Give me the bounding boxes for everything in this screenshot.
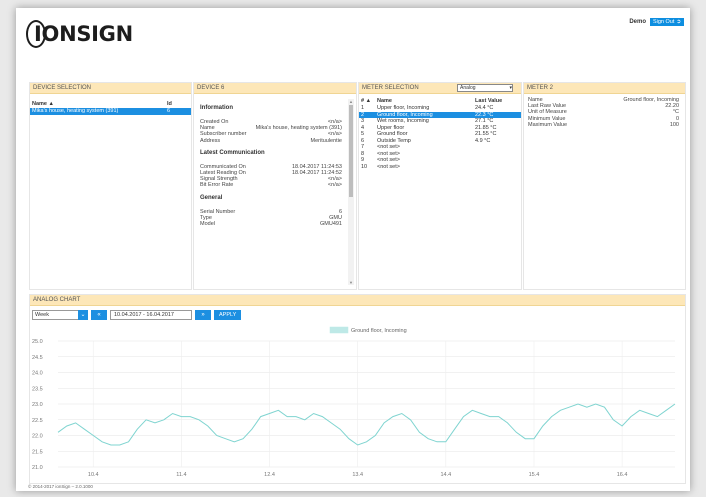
y-tick-label: 22.0: [32, 434, 43, 440]
app-frame: IONSIGN Demo Sign Out ➲ DEVICE SELECTION…: [16, 8, 690, 491]
footer-copyright: © 2014-2017 ionSign – 2.0.1000: [28, 484, 93, 489]
series-line-ground-floor-incoming: [57, 403, 676, 446]
y-tick-label: 21.5: [32, 449, 43, 455]
scroll-down-icon[interactable]: ▼: [348, 280, 354, 285]
y-tick-label: 25.0: [32, 339, 43, 345]
meter-table: # ▲ Name Last Value 1 Upper floor, Incomi…: [359, 97, 521, 170]
logo-text: IONSIGN: [34, 22, 133, 46]
meter-detail-title: METER 2: [524, 83, 685, 94]
meter-name-cell: <not set>: [377, 163, 400, 170]
x-tick-label: 13.4: [352, 472, 363, 478]
sign-out-label: Sign Out: [652, 19, 675, 25]
column-header-name[interactable]: Name ▲: [30, 100, 165, 108]
device-selection-panel: DEVICE SELECTION Name ▲ Id Mika's house,…: [29, 82, 192, 290]
device-id-cell: 6: [165, 108, 191, 115]
column-header-last-value[interactable]: Last Value: [473, 97, 521, 105]
section-heading-general: General: [200, 194, 223, 201]
info-value: GMU491: [319, 221, 342, 228]
legend-swatch: [329, 326, 349, 334]
x-tick-label: 11.4: [176, 472, 186, 478]
x-tick-label: 16.4: [617, 472, 628, 478]
legend-label: Ground floor, Incoming: [351, 328, 407, 334]
info-label: Model: [200, 221, 215, 228]
device-scrollbar[interactable]: ▲ ▼: [348, 99, 354, 285]
x-tick-label: 15.4: [529, 472, 540, 478]
column-header-name[interactable]: Name: [375, 97, 473, 105]
user-name: Demo: [629, 19, 646, 25]
analog-chart-title: ANALOG CHART: [30, 295, 685, 306]
info-row: Bit Error Rate <n/a>: [200, 182, 342, 188]
chart-controls: Week ⌄ « 10.04.2017 - 16.04.2017 » APPLY: [32, 310, 242, 320]
info-value: Merituulentie: [310, 137, 343, 144]
device-name-cell: Mika's house, heating system (391): [30, 108, 165, 115]
meter-detail-panel: METER 2 Name Ground floor, Incoming Last …: [523, 82, 686, 290]
device-table: Name ▲ Id Mika's house, heating system (…: [30, 100, 191, 115]
period-value: Week: [35, 312, 49, 318]
y-tick-label: 24.5: [32, 355, 43, 361]
section-heading-latest-communication: Latest Communication: [200, 149, 265, 156]
meter-type-select[interactable]: Analog ▾: [457, 84, 513, 92]
meter-num-cell: 10: [361, 163, 368, 170]
meter-value: 100: [669, 121, 679, 128]
device-detail-title: DEVICE 6: [194, 83, 356, 94]
column-header-number[interactable]: # ▲: [359, 97, 375, 105]
info-label: Address: [200, 137, 221, 144]
x-tick-label: 14.4: [440, 472, 451, 478]
meter-label: Maximum Value: [528, 121, 568, 128]
chevron-down-icon: ⌄: [78, 310, 88, 320]
previous-period-button[interactable]: «: [91, 310, 107, 320]
y-tick-label: 24.0: [32, 371, 43, 377]
analog-chart-panel: ANALOG CHART Week ⌄ « 10.04.2017 - 16.04…: [29, 294, 686, 484]
chevron-down-icon: ▾: [509, 85, 512, 91]
date-range-input[interactable]: 10.04.2017 - 16.04.2017: [110, 310, 192, 320]
period-select[interactable]: Week ⌄: [32, 310, 88, 320]
y-tick-label: 23.0: [32, 402, 43, 408]
y-tick-label: 21.0: [32, 465, 43, 471]
scrollbar-thumb[interactable]: [349, 105, 353, 197]
next-period-button[interactable]: »: [195, 310, 211, 320]
sign-out-button[interactable]: Sign Out ➲: [649, 18, 684, 26]
meter-selection-header: METER SELECTION Analog ▾: [359, 83, 521, 94]
meter-selection-title: METER SELECTION: [362, 84, 419, 91]
meter-row[interactable]: 10 <not set>: [359, 164, 521, 171]
scroll-up-icon[interactable]: ▲: [348, 99, 354, 104]
info-label: Bit Error Rate: [200, 182, 234, 189]
y-tick-label: 23.5: [32, 386, 43, 392]
meter-type-value: Analog: [460, 85, 476, 91]
y-tick-label: 22.5: [32, 418, 43, 424]
info-row: Address Merituulentie: [200, 138, 342, 144]
device-detail-panel: DEVICE 6 Information Created On <n/a> Nam…: [193, 82, 357, 290]
device-row[interactable]: Mika's house, heating system (391) 6: [30, 108, 191, 115]
ionsign-logo: IONSIGN: [26, 20, 133, 48]
x-tick-label: 10.4: [88, 472, 99, 478]
analog-line-chart: 25.0 24.5 24.0 23.5 23.0 22.5 22.0 21.5 21.0 10.4…: [32, 326, 676, 478]
column-header-id[interactable]: Id: [165, 100, 191, 108]
info-row: Model GMU491: [200, 221, 342, 227]
meter-selection-panel: METER SELECTION Analog ▾ # ▲ Name Last V…: [358, 82, 522, 290]
meter-detail-row: Maximum Value 100: [524, 122, 685, 128]
x-tick-label: 12.4: [264, 472, 275, 478]
apply-button[interactable]: APPLY: [214, 310, 242, 320]
user-area: Demo Sign Out ➲: [629, 18, 684, 26]
meter-value-cell: [473, 164, 521, 171]
section-heading-information: Information: [200, 105, 233, 111]
device-selection-title: DEVICE SELECTION: [30, 83, 191, 94]
meter-detail-body: Name Ground floor, Incoming Last Raw Valu…: [524, 97, 685, 128]
info-value: <n/a>: [327, 182, 342, 189]
device-detail-body: Information Created On <n/a> Name Mika's h…: [200, 99, 342, 285]
sign-out-icon: ➲: [676, 19, 681, 25]
